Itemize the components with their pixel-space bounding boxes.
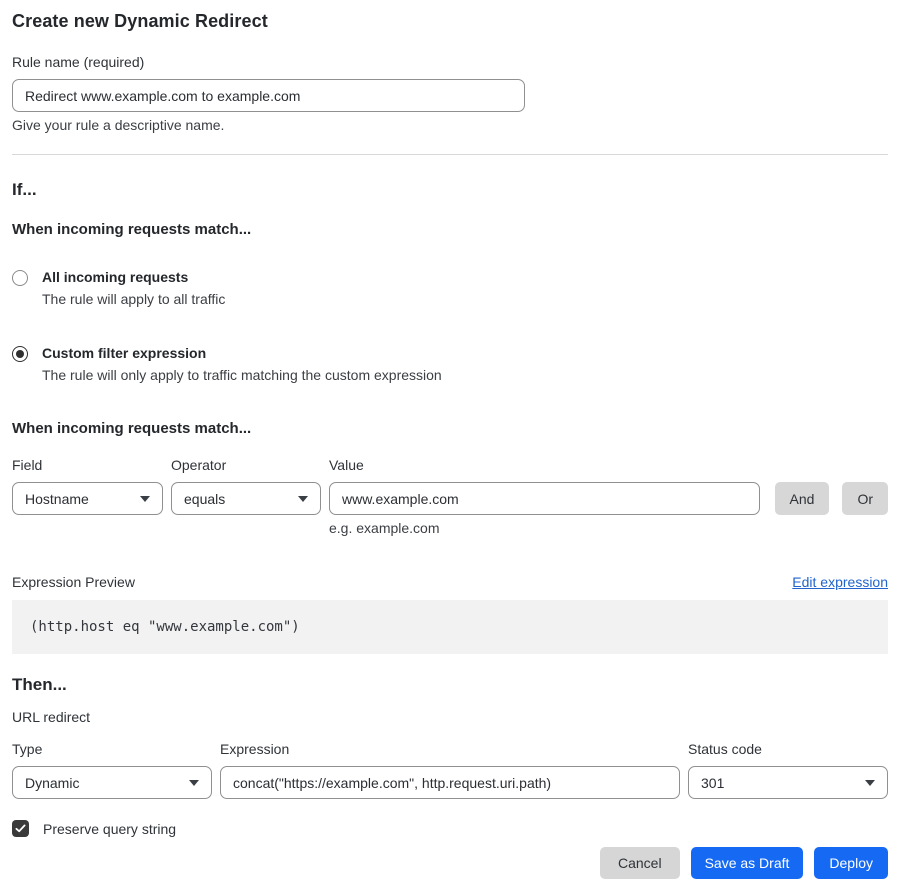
- radio-option-description: The rule will apply to all traffic: [42, 291, 225, 308]
- field-column: Field Hostname: [12, 457, 163, 515]
- preserve-query-string-option[interactable]: Preserve query string: [12, 820, 888, 837]
- preserve-query-string-label: Preserve query string: [43, 821, 176, 837]
- logic-buttons: And Or: [775, 482, 888, 515]
- type-column: Type Dynamic: [12, 741, 212, 799]
- cancel-button[interactable]: Cancel: [600, 847, 680, 879]
- redirect-expression-input[interactable]: [220, 766, 680, 799]
- redirect-settings-row: Type Dynamic Expression Status code 301: [12, 741, 888, 799]
- field-select[interactable]: Hostname: [12, 482, 163, 515]
- chevron-down-icon: [865, 780, 875, 786]
- save-as-draft-button[interactable]: Save as Draft: [691, 847, 804, 879]
- radio-option-description: The rule will only apply to traffic matc…: [42, 367, 442, 384]
- create-redirect-form: Create new Dynamic Redirect Rule name (r…: [0, 0, 907, 893]
- expression-preview-header: Expression Preview Edit expression: [12, 574, 888, 591]
- operator-select[interactable]: equals: [171, 482, 321, 515]
- expression-column: Expression: [220, 741, 680, 799]
- value-column: Value e.g. example.com: [329, 457, 760, 537]
- type-select-value: Dynamic: [25, 775, 79, 791]
- status-code-select[interactable]: 301: [688, 766, 888, 799]
- type-label: Type: [12, 741, 212, 758]
- checkbox-checked-icon[interactable]: [12, 820, 29, 837]
- operator-select-value: equals: [184, 491, 225, 507]
- radio-all-requests-icon[interactable]: [12, 270, 28, 286]
- value-help: e.g. example.com: [329, 520, 760, 537]
- rule-name-group: Rule name (required) Give your rule a de…: [12, 54, 888, 134]
- operator-label: Operator: [171, 457, 321, 474]
- chevron-down-icon: [298, 496, 308, 502]
- radio-option-label: All incoming requests: [42, 269, 225, 286]
- radio-option-text: Custom filter expression The rule will o…: [42, 345, 442, 384]
- expression-label: Expression: [220, 741, 680, 758]
- form-actions: Cancel Save as Draft Deploy: [12, 847, 888, 879]
- match-type-heading: When incoming requests match...: [12, 221, 888, 239]
- value-label: Value: [329, 457, 760, 474]
- radio-option-text: All incoming requests The rule will appl…: [42, 269, 225, 308]
- expression-preview-code: (http.host eq "www.example.com"): [12, 600, 888, 654]
- and-button[interactable]: And: [775, 482, 830, 515]
- operator-column: Operator equals: [171, 457, 321, 515]
- radio-option-label: Custom filter expression: [42, 345, 442, 362]
- status-code-label: Status code: [688, 741, 888, 758]
- page-title: Create new Dynamic Redirect: [12, 10, 888, 32]
- if-heading: If...: [12, 180, 888, 200]
- status-code-select-value: 301: [701, 775, 724, 791]
- expression-preview-label: Expression Preview: [12, 574, 135, 591]
- then-heading: Then...: [12, 675, 888, 695]
- rule-name-label: Rule name (required): [12, 54, 888, 71]
- radio-option-all-incoming-requests[interactable]: All incoming requests The rule will appl…: [12, 269, 888, 308]
- status-code-column: Status code 301: [688, 741, 888, 799]
- rule-name-help: Give your rule a descriptive name.: [12, 117, 888, 134]
- chevron-down-icon: [140, 496, 150, 502]
- type-select[interactable]: Dynamic: [12, 766, 212, 799]
- rule-name-input[interactable]: [12, 79, 525, 112]
- or-button[interactable]: Or: [842, 482, 888, 515]
- edit-expression-link[interactable]: Edit expression: [792, 574, 888, 591]
- url-redirect-label: URL redirect: [12, 709, 888, 726]
- radio-custom-expression-icon[interactable]: [12, 346, 28, 362]
- section-divider: [12, 154, 888, 155]
- radio-option-custom-filter-expression[interactable]: Custom filter expression The rule will o…: [12, 345, 888, 384]
- chevron-down-icon: [189, 780, 199, 786]
- deploy-button[interactable]: Deploy: [814, 847, 888, 879]
- filter-builder-row: Field Hostname Operator equals Value e.g…: [12, 457, 888, 537]
- filter-builder-heading: When incoming requests match...: [12, 420, 888, 438]
- field-label: Field: [12, 457, 163, 474]
- field-select-value: Hostname: [25, 491, 89, 507]
- checkmark-icon: [15, 823, 26, 834]
- value-input[interactable]: [329, 482, 760, 515]
